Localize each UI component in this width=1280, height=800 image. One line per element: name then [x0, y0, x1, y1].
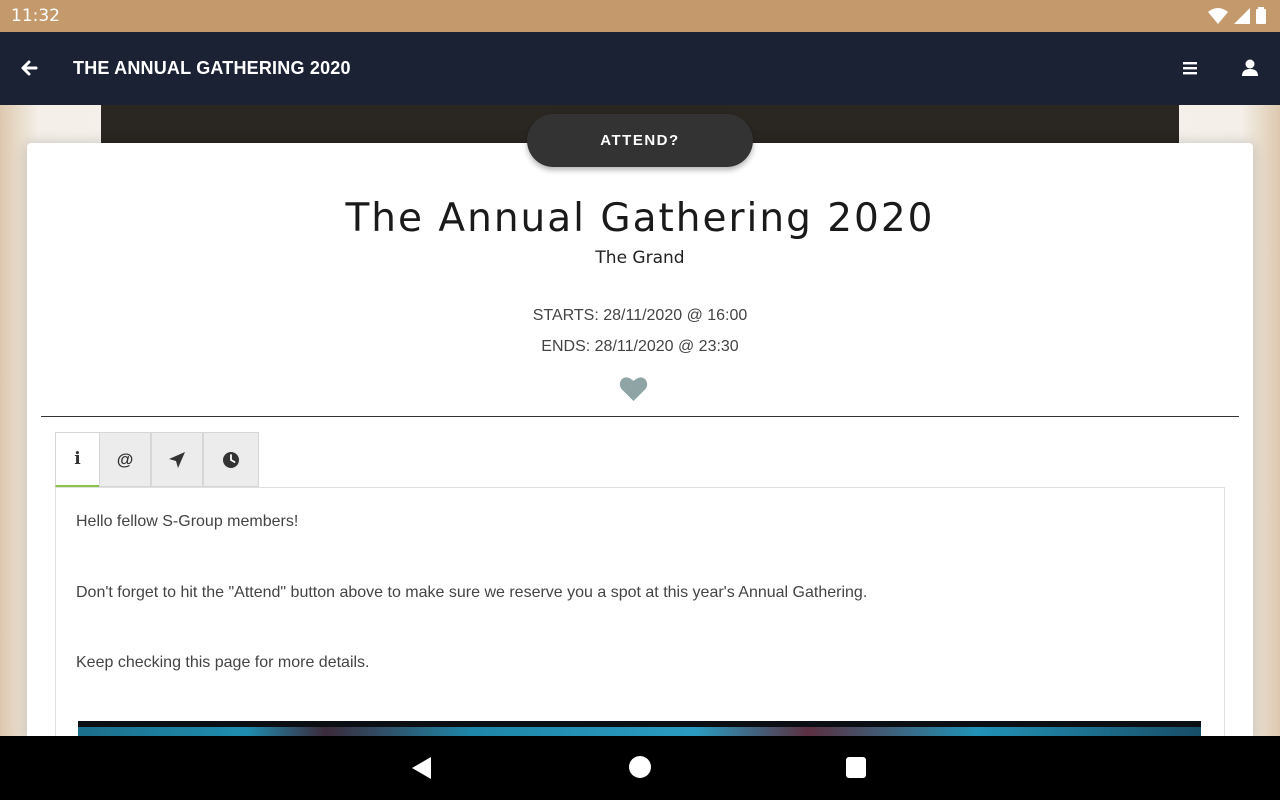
content-image: [78, 721, 1201, 736]
battery-icon: [1256, 7, 1266, 24]
arrow-left-icon: [21, 60, 38, 76]
event-venue: The Grand: [595, 248, 685, 268]
location-arrow-icon: [169, 451, 185, 468]
system-nav-bar: [0, 736, 1280, 800]
tab-contact[interactable]: @: [99, 432, 151, 487]
attend-button[interactable]: ATTEND?: [527, 114, 753, 167]
event-end-time: ENDS: 28/11/2020 @ 23:30: [541, 338, 739, 355]
at-icon: @: [116, 449, 134, 469]
back-button[interactable]: [14, 54, 46, 82]
status-bar: 11:32: [0, 0, 1280, 32]
recents-square-icon[interactable]: [846, 757, 866, 778]
event-title: The Annual Gathering 2020: [345, 196, 935, 241]
content-paragraph: Don't forget to hit the "Attend" button …: [76, 584, 868, 601]
clock-icon: [223, 451, 239, 468]
favorite-button[interactable]: [619, 375, 648, 402]
hamburger-menu-icon: [1183, 62, 1197, 75]
user-button[interactable]: [1238, 56, 1262, 80]
status-icons: [1208, 7, 1266, 24]
event-start-time: STARTS: 28/11/2020 @ 16:00: [532, 307, 748, 324]
status-time: 11:32: [11, 6, 60, 26]
signal-icon: [1234, 7, 1250, 24]
nav-back-button[interactable]: [410, 756, 434, 780]
home-circle-icon[interactable]: [629, 756, 651, 778]
tab-location[interactable]: [151, 432, 203, 487]
app-bar: THE ANNUAL GATHERING 2020: [0, 32, 1280, 105]
content-paragraph: Keep checking this page for more details…: [76, 654, 370, 671]
back-triangle-icon: [412, 757, 431, 779]
content-paragraph: Hello fellow S-Group members!: [76, 513, 299, 530]
heart-icon: [619, 377, 648, 401]
tab-info[interactable]: i: [55, 432, 100, 487]
info-icon: i: [74, 449, 81, 469]
menu-button[interactable]: [1178, 56, 1202, 80]
tab-schedule[interactable]: [203, 432, 259, 487]
wifi-icon: [1208, 7, 1228, 24]
app-title: THE ANNUAL GATHERING 2020: [73, 58, 351, 78]
user-icon: [1242, 59, 1258, 76]
divider: [41, 416, 1239, 417]
